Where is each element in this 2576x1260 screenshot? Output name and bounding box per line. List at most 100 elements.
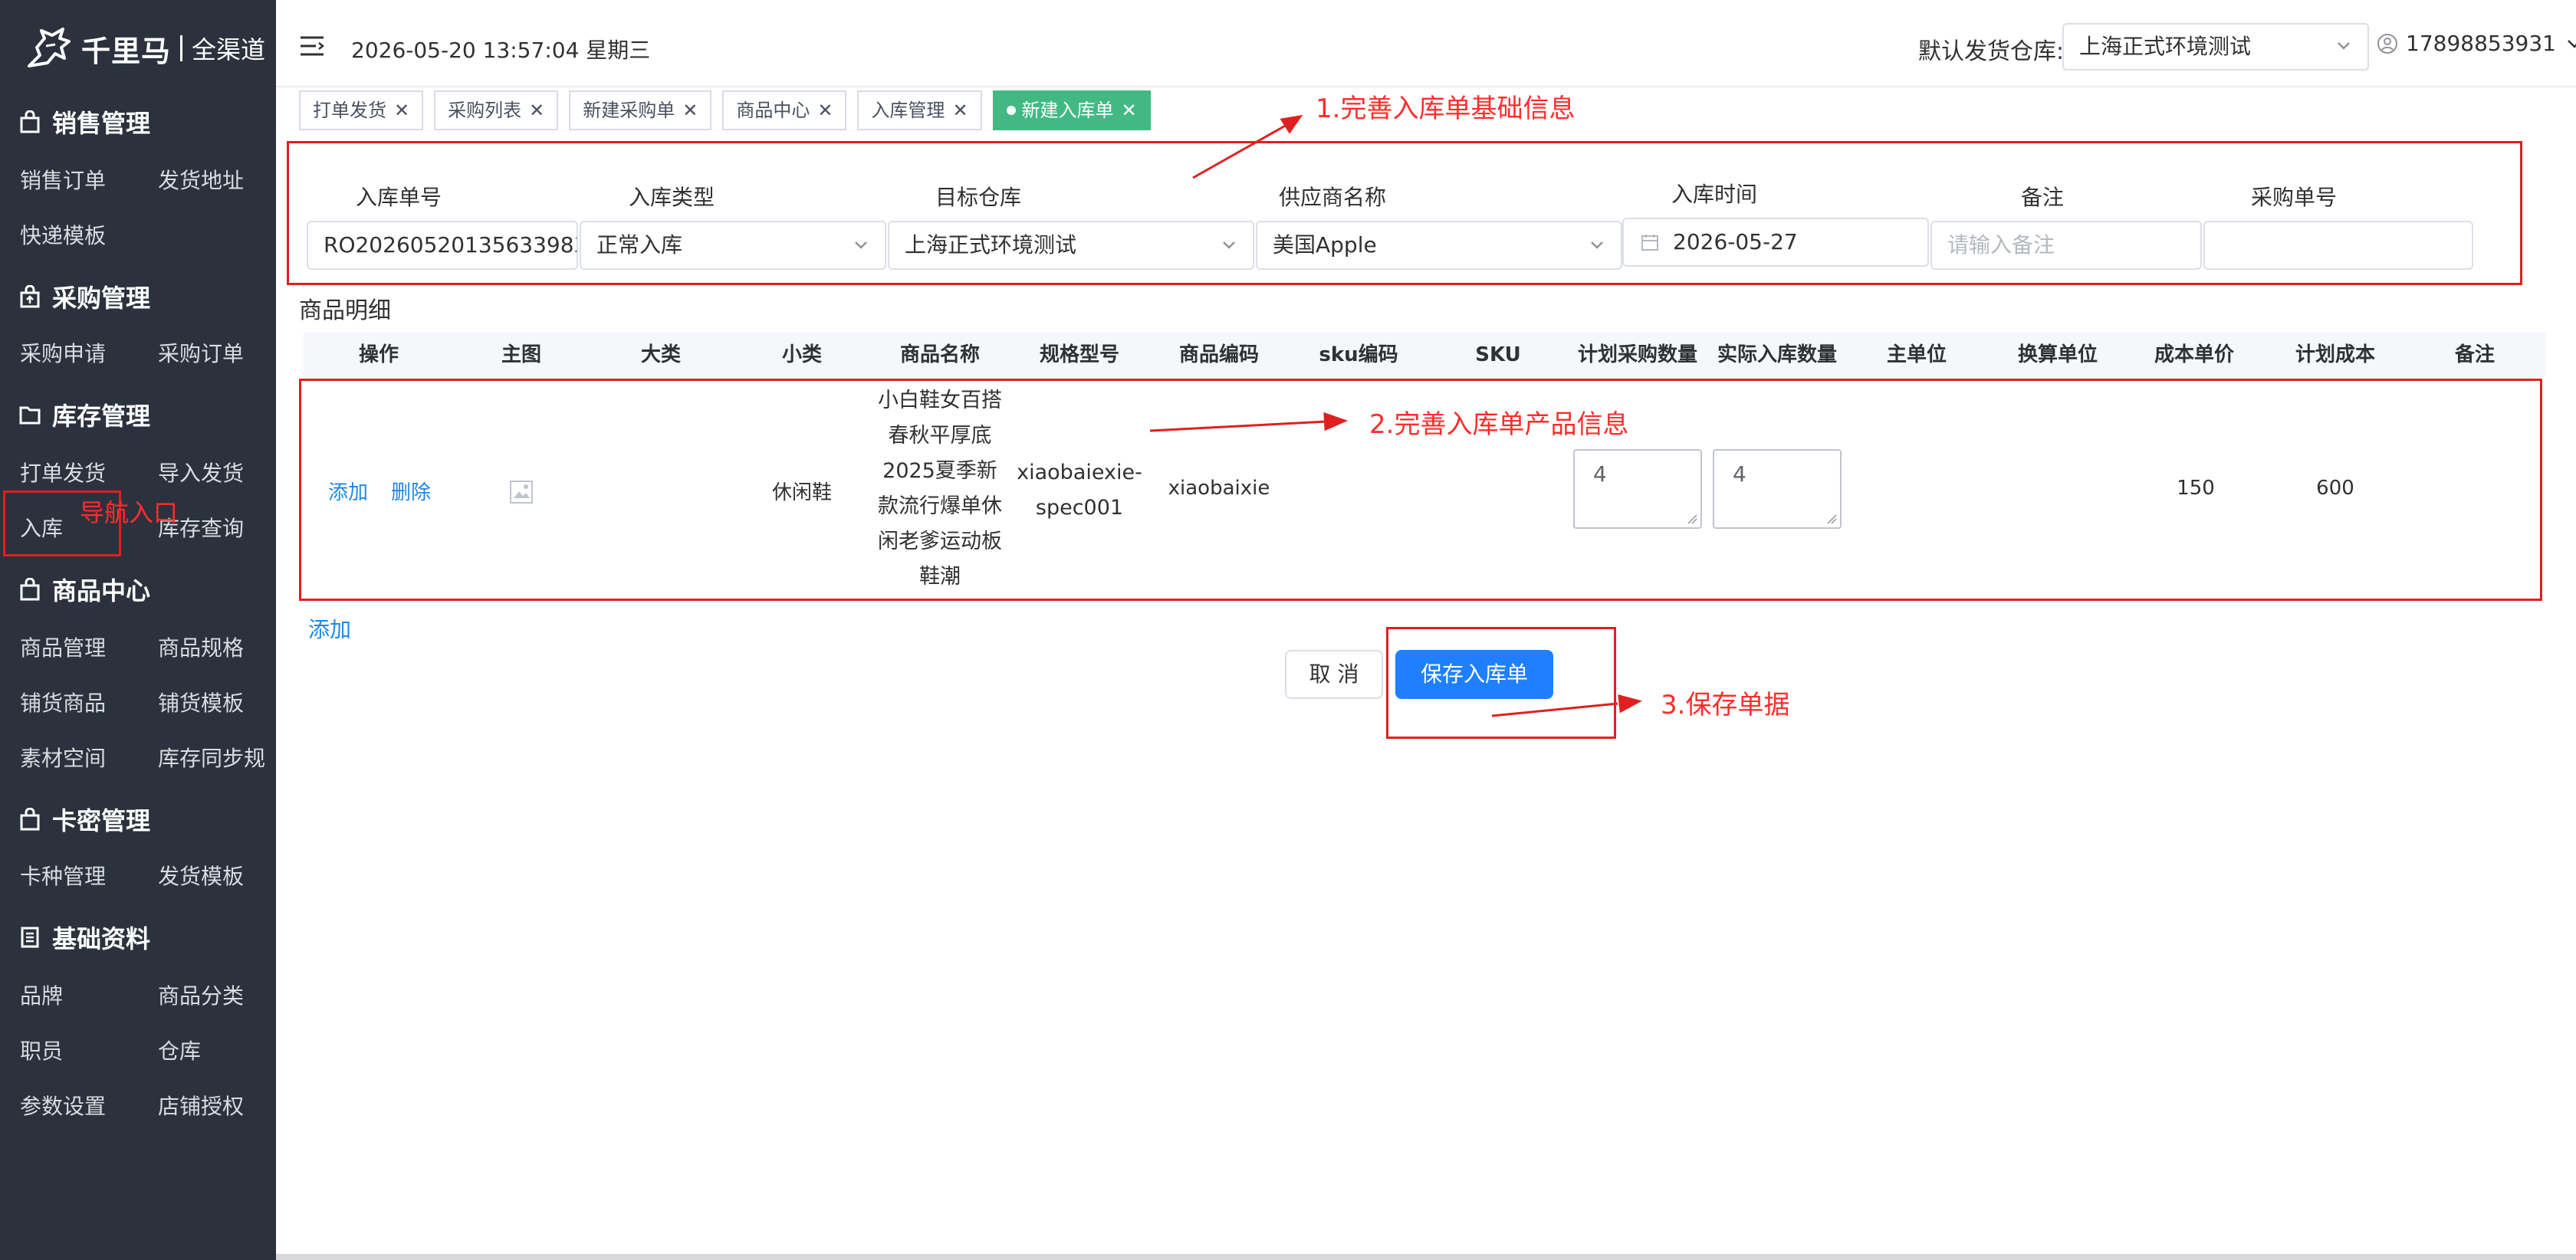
sidebar-group-title: 基础资料 xyxy=(52,924,151,953)
sidebar-item-express-template[interactable]: 快递模板 xyxy=(20,219,106,250)
sidebar-item-category[interactable]: 商品分类 xyxy=(158,979,244,1010)
sidebar-item-product-manage[interactable]: 商品管理 xyxy=(20,632,106,662)
column-header: 规格型号 xyxy=(1039,343,1120,366)
sidebar-item-purchase-order[interactable]: 采购订单 xyxy=(158,337,244,368)
details-title: 商品明细 xyxy=(299,297,391,324)
row-product-code: xiaobaixie xyxy=(1168,477,1270,500)
sidebar-item-import-ship[interactable]: 导入发货 xyxy=(158,457,244,487)
actual-qty-value: 4 xyxy=(1733,461,1746,487)
purchase-no-input[interactable] xyxy=(2203,221,2473,270)
menu-fold-icon[interactable] xyxy=(299,35,325,57)
add-row-link[interactable]: 添加 xyxy=(308,613,351,644)
sidebar-group-purchase[interactable]: 采购管理 xyxy=(18,279,150,314)
annotation-step2: 2.完善入库单产品信息 xyxy=(1369,409,1629,440)
sidebar-item-stock-sync[interactable]: 库存同步规 xyxy=(158,742,265,773)
sidebar-item-purchase-request[interactable]: 采购申请 xyxy=(20,337,106,368)
close-icon[interactable]: ✕ xyxy=(529,92,544,129)
sidebar-group-card[interactable]: 卡密管理 xyxy=(18,802,150,837)
time-value: 2026-05-27 xyxy=(1673,229,1798,254)
sidebar-group-sales[interactable]: 销售管理 xyxy=(18,104,150,139)
sidebar-item-params[interactable]: 参数设置 xyxy=(20,1090,106,1121)
sidebar-item-product-spec[interactable]: 商品规格 xyxy=(158,632,244,662)
row-add-link[interactable]: 添加 xyxy=(328,477,368,505)
resize-grip-icon[interactable] xyxy=(1826,514,1837,524)
column-header: 操作 xyxy=(358,343,399,366)
sidebar-item-brand[interactable]: 品牌 xyxy=(20,979,63,1010)
tab-new-purchase[interactable]: 新建采购单 ✕ xyxy=(569,90,712,130)
row-plan-cost: 600 xyxy=(2316,477,2354,500)
logo-divider xyxy=(180,35,183,61)
sidebar-item-print-ship[interactable]: 打单发货 xyxy=(20,457,106,487)
close-icon[interactable]: ✕ xyxy=(952,92,968,129)
chevron-down-icon xyxy=(1591,241,1603,249)
purchase-no-label: 采购单号 xyxy=(2250,185,2337,210)
sidebar-item-distribution-template[interactable]: 铺货模板 xyxy=(158,687,244,717)
tab-new-stock-in[interactable]: 新建入库单 ✕ xyxy=(992,90,1151,130)
sidebar-group-inventory[interactable]: 库存管理 xyxy=(18,397,150,432)
sidebar-item-ship-template[interactable]: 发货模板 xyxy=(158,860,244,891)
bag-icon xyxy=(20,578,40,601)
row-delete-link[interactable]: 删除 xyxy=(391,477,431,505)
column-header: 大类 xyxy=(640,343,682,366)
row-unit-cost: 150 xyxy=(2177,477,2215,500)
sidebar-item-sales-order[interactable]: 销售订单 xyxy=(20,164,106,195)
tag-views: 打单发货 ✕ 采购列表 ✕ 新建采购单 ✕ 商品中心 ✕ 入库管理 ✕ 新建入库单 ✕ xyxy=(299,90,1162,132)
horse-logo-icon xyxy=(28,28,71,67)
column-header: 成本单价 xyxy=(2154,343,2235,366)
sidebar-item-warehouse[interactable]: 仓库 xyxy=(158,1035,201,1065)
tab-purchase-list[interactable]: 采购列表 ✕ xyxy=(434,90,559,130)
bag-icon xyxy=(20,110,40,133)
sidebar-item-card-type[interactable]: 卡种管理 xyxy=(20,860,106,891)
type-select[interactable]: 正常入库 xyxy=(580,221,886,270)
column-header: 商品编码 xyxy=(1178,343,1260,366)
close-icon[interactable]: ✕ xyxy=(682,92,698,129)
row-spec: xiaobaiexie-spec001 xyxy=(1017,461,1142,520)
sidebar: 千里马 全渠道 销售管理 销售订单 发货地址 快递模板 采购管理 采购申请 采购… xyxy=(0,0,276,1260)
remark-placeholder: 请输入备注 xyxy=(1947,232,2055,258)
annotation-step3: 3.保存单据 xyxy=(1661,690,1790,720)
remark-label: 备注 xyxy=(2020,185,2064,210)
close-icon[interactable]: ✕ xyxy=(817,92,833,129)
sidebar-item-distribution-goods[interactable]: 铺货商品 xyxy=(20,687,106,717)
supplier-select[interactable]: 美国Apple xyxy=(1256,221,1622,270)
tab-label: 打单发货 xyxy=(313,100,386,121)
top-header: 2026-05-20 13:57:04 星期三 默认发货仓库: 上海正式环境测试… xyxy=(276,0,2576,87)
close-icon[interactable]: ✕ xyxy=(394,92,409,129)
time-picker[interactable]: 2026-05-27 xyxy=(1622,218,1929,267)
user-icon xyxy=(2377,33,2397,54)
sidebar-item-shop-auth[interactable]: 店铺授权 xyxy=(158,1090,244,1121)
actual-qty-input[interactable]: 4 xyxy=(1713,449,1842,529)
sidebar-group-basic[interactable]: 基础资料 xyxy=(18,920,150,955)
remark-input[interactable]: 请输入备注 xyxy=(1930,221,2202,270)
tab-print-ship[interactable]: 打单发货 ✕ xyxy=(299,90,424,130)
folder-icon xyxy=(19,406,41,425)
column-header: 实际入库数量 xyxy=(1717,343,1838,366)
tab-product-center[interactable]: 商品中心 ✕ xyxy=(722,90,847,130)
document-icon xyxy=(21,927,39,948)
calendar-icon xyxy=(1641,235,1658,251)
close-icon[interactable]: ✕ xyxy=(1122,92,1137,129)
sidebar-item-ship-address[interactable]: 发货地址 xyxy=(158,164,244,195)
app-window: 千里马 全渠道 销售管理 销售订单 发货地址 快递模板 采购管理 采购申请 采购… xyxy=(0,0,2576,1260)
sidebar-item-staff[interactable]: 职员 xyxy=(20,1035,63,1065)
order-no-value: RO20260520135633983 xyxy=(324,232,578,258)
bag-icon xyxy=(20,808,40,831)
warehouse-select[interactable]: 上海正式环境测试 xyxy=(888,221,1254,270)
brand-name: 千里马 xyxy=(81,34,172,68)
sidebar-group-title: 商品中心 xyxy=(52,576,151,605)
save-stock-in-button[interactable]: 保存入库单 xyxy=(1395,650,1553,699)
tab-stock-in-manage[interactable]: 入库管理 ✕ xyxy=(857,90,982,130)
user-menu[interactable]: 17898853931 xyxy=(2377,31,2576,56)
plan-qty-value: 4 xyxy=(1593,461,1607,487)
sidebar-item-material-space[interactable]: 素材空间 xyxy=(20,742,106,773)
sidebar-group-product[interactable]: 商品中心 xyxy=(18,572,150,607)
cancel-button[interactable]: 取 消 xyxy=(1285,650,1383,699)
default-warehouse-select[interactable]: 上海正式环境测试 xyxy=(2062,23,2369,71)
plan-qty-input[interactable]: 4 xyxy=(1573,449,1702,529)
warehouse-label: 目标仓库 xyxy=(935,185,1021,210)
order-no-input[interactable]: RO20260520135633983 xyxy=(307,221,578,270)
user-name: 17898853931 xyxy=(2406,31,2556,56)
resize-grip-icon[interactable] xyxy=(1687,514,1697,524)
column-header: 小类 xyxy=(781,343,823,366)
sidebar-group-title: 卡密管理 xyxy=(52,806,151,835)
